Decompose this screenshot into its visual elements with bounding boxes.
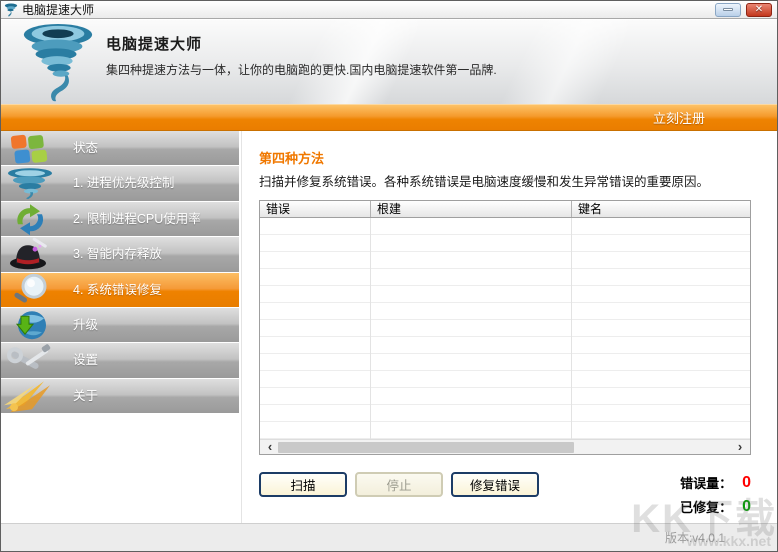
scroll-left-arrow-icon[interactable]: ‹ — [262, 440, 278, 455]
method-description: 扫描并修复系统错误。各种系统错误是电脑速度缓慢和发生异常错误的重要原因。 — [259, 171, 749, 190]
close-button[interactable] — [746, 3, 772, 17]
minimize-button[interactable] — [715, 3, 741, 17]
minimize-icon — [723, 8, 733, 11]
table-body-empty — [260, 218, 750, 439]
window-title: 电脑提速大师 — [22, 1, 94, 19]
tornado-logo-icon — [19, 22, 97, 104]
magic-hat-icon — [4, 237, 56, 271]
errors-count-label: 错误量： — [680, 473, 732, 492]
sidebar-item-label: 状态 — [73, 131, 98, 165]
tools-icon — [4, 343, 56, 377]
sidebar-item-cpu-limit[interactable]: 2. 限制进程CPU使用率 — [1, 202, 239, 236]
column-header-root-key[interactable]: 根建 — [370, 201, 571, 217]
column-divider — [370, 218, 371, 439]
scrollbar-thumb[interactable] — [278, 442, 574, 453]
stats-block: 错误量： 0 已修复： 0 — [680, 472, 751, 516]
sidebar-item-label: 1. 进程优先级控制 — [73, 166, 174, 200]
fixed-count-label: 已修复： — [680, 497, 732, 516]
sidebar-item-label: 2. 限制进程CPU使用率 — [73, 202, 201, 236]
sidebar-item-label: 3. 智能内存释放 — [73, 237, 162, 271]
sidebar-item-status[interactable]: 状态 — [1, 131, 239, 165]
gold-burst-icon — [4, 379, 56, 413]
fixed-count-value: 0 — [742, 500, 751, 514]
tornado-icon — [4, 166, 56, 200]
action-row: 扫描 停止 修复错误 错误量： 0 已修复： 0 — [259, 472, 751, 516]
header-banner: 电脑提速大师 集四种提速方法与一体，让你的电脑跑的更快.国内电脑提速软件第一品牌… — [1, 20, 777, 104]
app-tagline: 集四种提速方法与一体，让你的电脑跑的更快.国内电脑提速软件第一品牌. — [106, 61, 497, 78]
column-divider — [571, 218, 572, 439]
errors-count-row: 错误量： 0 — [680, 473, 751, 492]
main-panel: 第四种方法 扫描并修复系统错误。各种系统错误是电脑速度缓慢和发生异常错误的重要原… — [241, 131, 777, 523]
sidebar-nav: 状态 1. 进程优先级控制 2. 限制进程CPU使用率 3. 智能内存释放 4. — [1, 131, 239, 413]
fix-errors-button[interactable]: 修复错误 — [451, 472, 539, 497]
title-bar: 电脑提速大师 — [1, 1, 777, 19]
recycle-arrows-icon — [4, 202, 56, 236]
column-header-error[interactable]: 错误 — [260, 201, 370, 217]
scan-button[interactable]: 扫描 — [259, 472, 347, 497]
window-controls — [715, 3, 777, 17]
sidebar-item-upgrade[interactable]: 升级 — [1, 308, 239, 342]
errors-count-value: 0 — [742, 476, 751, 490]
app-name: 电脑提速大师 — [106, 33, 497, 54]
table-header-row: 错误 根建 键名 — [260, 201, 750, 218]
sidebar-item-label: 4. 系统错误修复 — [73, 273, 162, 307]
stop-button: 停止 — [355, 472, 443, 497]
horizontal-scrollbar[interactable]: ‹ › — [260, 439, 750, 454]
column-header-key-name[interactable]: 键名 — [571, 201, 750, 217]
globe-download-icon — [4, 308, 56, 342]
sidebar-item-about[interactable]: 关于 — [1, 379, 239, 413]
sidebar-item-label: 设置 — [73, 343, 98, 377]
header-text: 电脑提速大师 集四种提速方法与一体，让你的电脑跑的更快.国内电脑提速软件第一品牌… — [106, 33, 497, 78]
register-bar: 立刻注册 — [1, 104, 777, 131]
sidebar-item-memory-release[interactable]: 3. 智能内存释放 — [1, 237, 239, 271]
sidebar-item-label: 升级 — [73, 308, 98, 342]
sidebar-item-label: 关于 — [73, 379, 98, 413]
scroll-right-arrow-icon[interactable]: › — [732, 440, 748, 455]
magnifier-icon — [4, 273, 56, 307]
app-window: 电脑提速大师 电脑提速大师 集四种提速方法与一体，让你的电脑跑的更快.国内电脑提… — [0, 0, 778, 552]
sidebar-item-system-error-repair[interactable]: 4. 系统错误修复 — [1, 273, 239, 307]
register-now-link[interactable]: 立刻注册 — [653, 108, 705, 127]
app-tornado-icon — [4, 3, 18, 17]
error-table: 错误 根建 键名 ‹ › — [259, 200, 751, 455]
windows-flag-icon — [4, 131, 56, 165]
version-label: 版本:v4.0.1 — [665, 529, 725, 546]
fixed-count-row: 已修复： 0 — [680, 497, 751, 516]
status-bar: 版本:v4.0.1 — [1, 523, 777, 551]
sidebar-item-settings[interactable]: 设置 — [1, 343, 239, 377]
sidebar-item-process-priority[interactable]: 1. 进程优先级控制 — [1, 166, 239, 200]
method-title: 第四种方法 — [259, 148, 749, 167]
